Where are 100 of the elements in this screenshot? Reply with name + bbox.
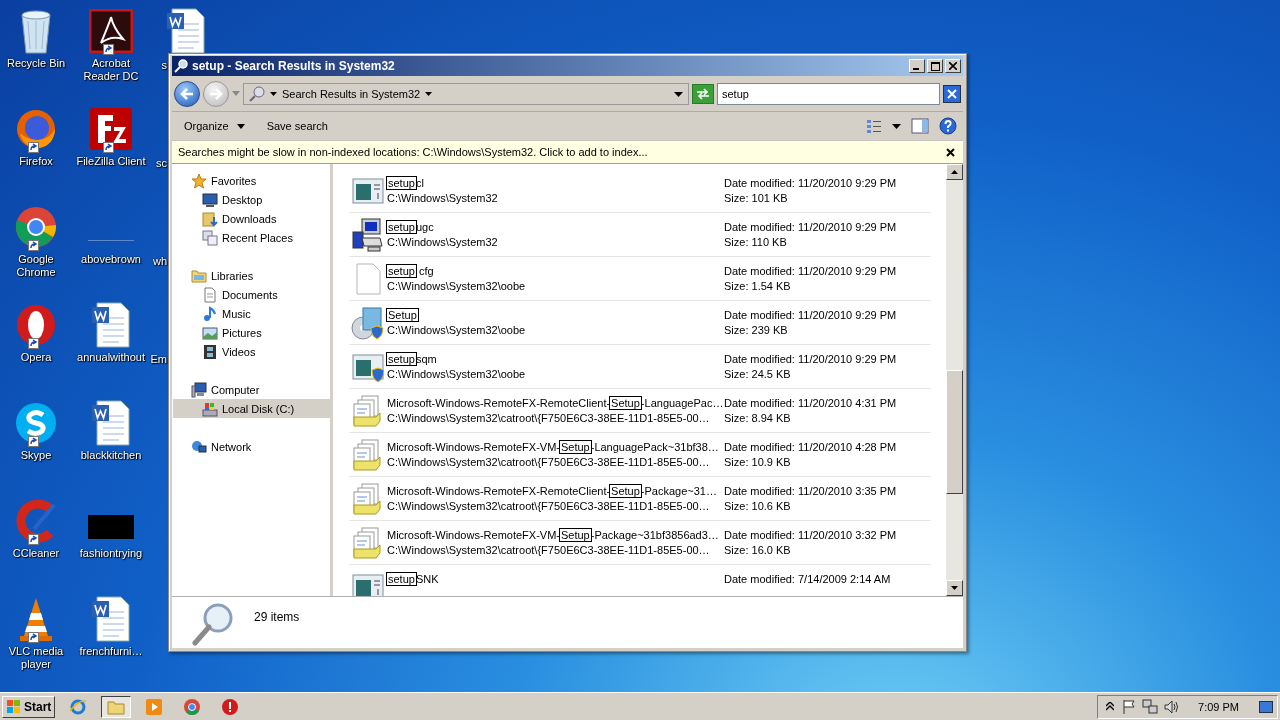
maximize-button[interactable]	[927, 59, 943, 73]
clock[interactable]: 7:09 PM	[1198, 700, 1239, 713]
refresh-button[interactable]	[692, 84, 714, 104]
desktop-icon	[1259, 700, 1273, 713]
desktop-icon-label[interactable]: CCleaner	[12, 547, 60, 560]
help-button[interactable]	[937, 115, 959, 137]
minimize-button[interactable]	[909, 59, 925, 73]
file-row[interactable]: setupugc C:\Windows\System32 Date modified: 11/20/2010 9:29 PM Size: 110 KB	[349, 213, 931, 257]
date-modified: Date modified: 11/20/2010 9:29 PM	[724, 221, 897, 233]
desktop-icon-label[interactable]: blackkitchen	[80, 449, 142, 462]
sidebar-item[interactable]: Network	[173, 437, 330, 456]
desktop-icon-label[interactable]: Google Chrome	[0, 253, 74, 279]
sidebar-item[interactable]: Libraries	[173, 266, 330, 285]
sidebar-item[interactable]: Documents	[173, 285, 330, 304]
desktop-icon-label[interactable]: Opera	[20, 351, 52, 364]
caret-icon	[270, 92, 277, 96]
info-message[interactable]: Searches might be slow in non-indexed locations: C:\Windows\System32. Click to add to index...	[178, 146, 944, 158]
document-icon	[91, 302, 131, 348]
show-desktop-button[interactable]	[1257, 698, 1275, 715]
sidebar-item[interactable]: Music	[173, 304, 330, 323]
stacked-documents-icon	[352, 438, 384, 471]
close-button[interactable]	[945, 59, 961, 73]
file-row[interactable]: setupsqm C:\Windows\System32\oobe Date modified: 11/20/2010 9:29 PM Size: 24.5 KB	[349, 345, 931, 389]
sidebar-item[interactable]: Recent Places	[173, 228, 330, 247]
file-row[interactable]: Setup C:\Windows\System32\oobe Date modified: 11/20/2010 9:29 PM Size: 239 KB	[349, 301, 931, 345]
stacked-documents-icon	[352, 394, 384, 427]
file-size: Size: 1.54 KB	[724, 280, 792, 292]
view-menu-button[interactable]	[890, 121, 903, 131]
desktop-icon-label[interactable]: wh	[152, 255, 167, 267]
sidebar-item[interactable]: Pictures	[173, 323, 330, 342]
taskbar-app-button[interactable]	[101, 695, 132, 718]
chevron-up-icon	[1106, 702, 1115, 711]
monitor-icon	[202, 191, 218, 208]
desktop-icon-label[interactable]: sc	[156, 157, 167, 169]
back-button[interactable]	[174, 81, 200, 107]
desktop-icon-label[interactable]: frenchfurni…	[79, 645, 143, 658]
desktop-icon-label[interactable]: VLC media player	[0, 645, 74, 671]
caret-icon	[236, 123, 245, 129]
scroll-down-button[interactable]	[946, 580, 963, 596]
stacked-documents-icon	[352, 526, 384, 559]
music-note-icon	[202, 305, 218, 322]
clear-search-button[interactable]	[943, 85, 961, 103]
scroll-thumb[interactable]	[946, 370, 963, 494]
desktop-icon-label[interactable]: Recycle Bin	[6, 57, 66, 70]
show-hidden-icons-button[interactable]	[1104, 700, 1117, 713]
file-name: Setup	[387, 309, 419, 321]
file-row[interactable]: setupcl C:\Windows\System32 Date modified: 11/20/2010 9:29 PM Size: 101 KB	[349, 169, 931, 213]
stop-icon	[221, 697, 240, 716]
desktop-icon-label[interactable]: fashiontrying	[79, 547, 143, 560]
sidebar-item[interactable]: Computer	[173, 380, 330, 399]
date-modified: Date modified: 11/20/2010 9:29 PM	[724, 309, 897, 321]
file-row[interactable]: Microsoft-Windows-RemoteFX-VM-Setup-LanguagePack~31bf38… C:\Windows\System32\catroot\{F750E6C3-38EE-11D1-85E5-00… Date modified: 11/20/2010 4:28 PM Size: 10.9 KB	[349, 433, 931, 477]
sidebar-item[interactable]: Videos	[173, 342, 330, 361]
desktop-icon-label[interactable]: Em	[150, 353, 167, 365]
file-row[interactable]: Microsoft-Windows-RemoteFX-RemoteClient-Setup-LanguagePac… C:\Windows\System32\catroot\{F750E6C3-38EE-11D1-85E5-00… Date modified: 11/20/2010 4:31 PM Size: 8.94 KB	[349, 389, 931, 433]
desktop-icon-label[interactable]: Skype	[20, 449, 52, 462]
sidebar-item[interactable]: Downloads	[173, 209, 330, 228]
address-field[interactable]: Search Results in System32	[243, 83, 689, 105]
toolbar-button[interactable]: Save search	[258, 117, 336, 135]
file-row[interactable]: Microsoft-Windows-RemoteFX-VM-Setup-Package~31bf3856ad3… C:\Windows\System32\catroot\{F750E6C3-38EE-11D1-85E5-00… Date modified: 11/20/2010 3:32 PM Size: 16.0 KB	[349, 521, 931, 565]
file-size: Size: 8.94 KB	[724, 412, 792, 424]
desktop-icon-label[interactable]: FileZilla Client	[76, 155, 146, 168]
start-button[interactable]: Start	[2, 695, 56, 718]
up-triangle-icon	[951, 170, 958, 174]
magnifier-icon	[192, 602, 234, 646]
scroll-up-button[interactable]	[946, 164, 963, 180]
cleaner-app-icon	[14, 499, 58, 543]
desktop-icon-label[interactable]: abovebrown	[81, 253, 141, 266]
desktop-icon-label[interactable]: s	[161, 59, 167, 71]
down-triangle-icon	[951, 586, 958, 590]
preview-pane-icon	[911, 118, 929, 134]
date-modified: Date modified: 7/14/2009 2:14 AM	[724, 573, 891, 585]
browser-icon	[14, 205, 58, 249]
placeholder-icon	[88, 239, 134, 243]
document-icon	[91, 400, 131, 446]
sidebar-item[interactable]: Favorites	[173, 171, 330, 190]
breadcrumb[interactable]: Search Results in System32	[282, 88, 421, 100]
file-size: Size: 16.0 KB	[724, 544, 792, 556]
file-name: Microsoft-Windows-RemoteFX-VM-Setup-Package~31bf3856ad3…	[387, 529, 720, 541]
file-row[interactable]: Microsoft-Windows-RemoteFX-RemoteClient-Setup-Package~31… C:\Windows\System32\catroot\{F750E6C3-38EE-11D1-85E5-00… Date modified: 11/20/2010 3:35 PM Size: 10.6 KB	[349, 477, 931, 521]
sidebar-item[interactable]: Desktop	[173, 190, 330, 209]
toolbar-button[interactable]: Organize	[176, 117, 253, 135]
search-icon	[174, 59, 188, 73]
sidebar-item[interactable]: Local Disk (C:)	[173, 399, 330, 418]
scrollbar[interactable]	[946, 164, 963, 596]
close-button[interactable]	[944, 145, 957, 159]
recent-places-icon	[202, 229, 218, 246]
chat-app-icon	[14, 401, 58, 445]
file-row[interactable]: setup cfg C:\Windows\System32\oobe Date modified: 11/20/2010 9:29 PM Size: 1.54 KB	[349, 257, 931, 301]
desktop-icon-label[interactable]: Firefox	[19, 155, 53, 168]
browser-icon	[69, 697, 88, 716]
desktop-icon-label[interactable]: Acrobat Reader DC	[73, 57, 149, 83]
search-field[interactable]: setup	[717, 83, 940, 105]
file-path: C:\Windows\System32\oobe	[387, 368, 527, 380]
preview-pane-button[interactable]	[909, 116, 931, 136]
file-path: C:\Windows\System32\catroot\{F750E6C3-38EE-11D1-85E5-00…	[387, 500, 711, 512]
media-player-icon	[145, 697, 164, 716]
file-name: setupugc	[387, 221, 435, 233]
desktop-icon-label[interactable]: annualwithout	[77, 351, 145, 364]
info-bar[interactable]: Searches might be slow in non-indexed locations: C:\Windows\System32. Click to add to index...	[172, 140, 963, 163]
